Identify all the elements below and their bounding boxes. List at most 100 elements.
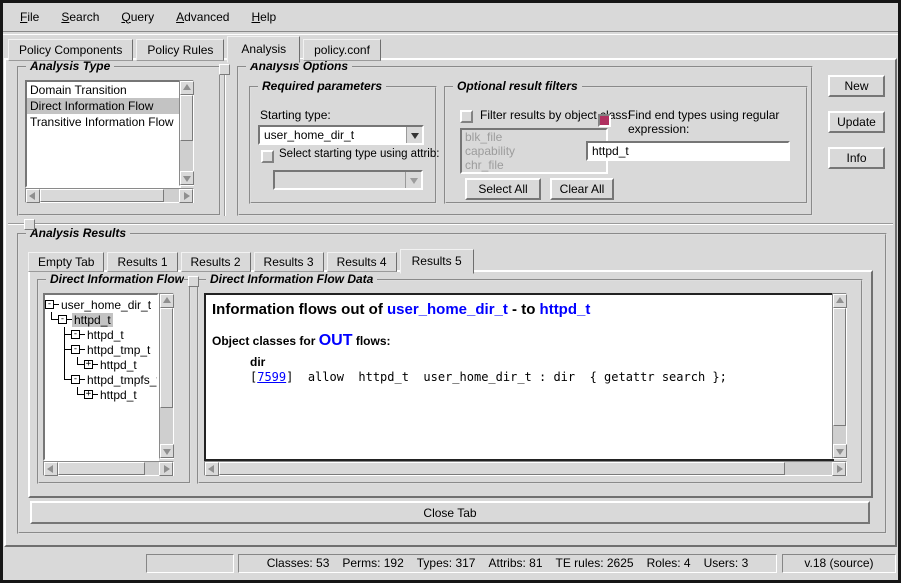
- scrollbar-thumb[interactable]: [58, 462, 145, 475]
- tab-policy-conf[interactable]: policy.conf: [303, 39, 381, 61]
- scroll-left-icon[interactable]: [26, 189, 40, 203]
- tab-analysis[interactable]: Analysis: [227, 36, 300, 63]
- results-tab-results-3[interactable]: Results 3: [254, 252, 324, 272]
- starting-type-label: Starting type:: [260, 108, 331, 122]
- new-button[interactable]: New: [828, 75, 885, 97]
- tab-policy-components[interactable]: Policy Components: [8, 39, 133, 61]
- scrollbar-thumb[interactable]: [160, 308, 173, 408]
- tree-vscrollbar[interactable]: [159, 293, 174, 459]
- scroll-down-icon[interactable]: [833, 444, 847, 458]
- scrollbar-thumb[interactable]: [40, 189, 164, 202]
- vertical-sash-handle[interactable]: [219, 64, 230, 75]
- scrollbar-thumb[interactable]: [180, 95, 193, 141]
- analysis-results-title: Analysis Results: [26, 226, 130, 240]
- tree-node-row: -user_home_dir_t: [45, 297, 157, 312]
- tree-node-label[interactable]: httpd_t: [72, 313, 113, 327]
- object-class-name: dir: [250, 355, 832, 369]
- tree-collapse-icon[interactable]: -: [71, 330, 80, 339]
- optional-filters-title: Optional result filters: [453, 79, 582, 93]
- tree-collapse-icon[interactable]: -: [71, 375, 80, 384]
- analysis-type-option[interactable]: Domain Transition: [27, 82, 179, 98]
- starting-type-value[interactable]: user_home_dir_t: [260, 127, 406, 143]
- scrollbar-track[interactable]: [40, 189, 179, 202]
- results-tab-results-4[interactable]: Results 4: [327, 252, 397, 272]
- stat-item: Users: 3: [704, 556, 749, 570]
- analysis-type-option[interactable]: Transitive Information Flow: [27, 114, 179, 130]
- info-button[interactable]: Info: [828, 147, 885, 169]
- regex-input[interactable]: [586, 141, 790, 161]
- tree-node-label[interactable]: httpd_t: [98, 358, 139, 372]
- scroll-up-icon[interactable]: [180, 81, 194, 95]
- menu-search[interactable]: Search: [50, 6, 110, 28]
- tree-node-label[interactable]: httpd_t: [85, 328, 126, 342]
- results-tab-empty-tab[interactable]: Empty Tab: [28, 252, 104, 272]
- tree-expand-icon[interactable]: +: [84, 360, 93, 369]
- analysis-type-vscrollbar[interactable]: [179, 80, 194, 186]
- flow-subheading: Object classes for OUT flows:: [212, 332, 832, 350]
- vertical-sash[interactable]: [224, 70, 226, 216]
- rule-id-link[interactable]: 7599: [257, 370, 286, 384]
- menu-advanced[interactable]: Advanced: [165, 6, 240, 28]
- menu-query[interactable]: Query: [110, 6, 165, 28]
- menu-help[interactable]: Help: [240, 6, 287, 28]
- scrollbar-track[interactable]: [160, 308, 173, 444]
- scrollbar-track[interactable]: [58, 462, 159, 475]
- scroll-up-icon[interactable]: [160, 294, 174, 308]
- tree-hscrollbar[interactable]: [43, 461, 174, 476]
- analysis-type-hscrollbar[interactable]: [25, 188, 194, 203]
- status-bar: Classes: 53Perms: 192Types: 317Attribs: …: [3, 550, 898, 576]
- horizontal-sash-handle[interactable]: [24, 219, 35, 230]
- tree-node-label[interactable]: httpd_tmpfs_t: [85, 373, 159, 387]
- results-sash-handle[interactable]: [188, 276, 199, 287]
- tree-node-label[interactable]: httpd_tmp_t: [85, 343, 152, 357]
- scroll-left-icon[interactable]: [205, 462, 219, 476]
- scrollbar-thumb[interactable]: [219, 462, 785, 475]
- analysis-type-option[interactable]: Direct Information Flow: [27, 98, 179, 114]
- dropdown-arrow-icon[interactable]: [406, 127, 422, 143]
- update-button[interactable]: Update: [828, 111, 885, 133]
- data-vscrollbar[interactable]: [832, 293, 847, 459]
- tree-collapse-icon[interactable]: -: [45, 300, 54, 309]
- filter-object-class-checkbox[interactable]: [460, 110, 473, 123]
- main-tab-body: Analysis Type Domain TransitionDirect In…: [4, 58, 897, 547]
- scrollbar-thumb[interactable]: [833, 308, 846, 426]
- data-hscrollbar[interactable]: [204, 461, 847, 476]
- scroll-right-icon[interactable]: [179, 189, 193, 203]
- required-parameters-frame: Required parameters Starting type: user_…: [249, 86, 437, 204]
- select-all-button[interactable]: Select All: [465, 178, 541, 200]
- results-tab-results-1[interactable]: Results 1: [107, 252, 177, 272]
- flow-data-title: Direct Information Flow Data: [206, 272, 377, 286]
- close-tab-button[interactable]: Close Tab: [30, 501, 870, 524]
- tree-node-row: -httpd_tmp_t: [45, 342, 157, 357]
- results-tab-results-5[interactable]: Results 5: [400, 249, 474, 274]
- scroll-down-icon[interactable]: [180, 171, 194, 185]
- scroll-down-icon[interactable]: [160, 444, 174, 458]
- starting-type-combobox[interactable]: user_home_dir_t: [258, 125, 424, 145]
- regex-checkbox[interactable]: [598, 114, 611, 127]
- scroll-up-icon[interactable]: [833, 294, 847, 308]
- scrollbar-track[interactable]: [180, 95, 193, 171]
- analysis-type-listbox[interactable]: Domain TransitionDirect Information Flow…: [25, 80, 181, 188]
- tab-policy-rules[interactable]: Policy Rules: [136, 39, 224, 61]
- scrollbar-track[interactable]: [833, 308, 846, 444]
- clear-all-button[interactable]: Clear All: [550, 178, 614, 200]
- tree-collapse-icon[interactable]: -: [71, 345, 80, 354]
- scroll-right-icon[interactable]: [159, 462, 173, 476]
- flow-data-frame: Direct Information Flow Data Information…: [197, 279, 863, 484]
- results-tab-results-2[interactable]: Results 2: [181, 252, 251, 272]
- scrollbar-track[interactable]: [219, 462, 832, 475]
- tree-expand-icon[interactable]: +: [84, 390, 93, 399]
- tree-guide-line: [45, 372, 58, 387]
- tree-node-label[interactable]: user_home_dir_t: [59, 298, 153, 312]
- tree-collapse-icon[interactable]: -: [58, 315, 67, 324]
- flow-tree[interactable]: -user_home_dir_t-httpd_t-httpd_t-httpd_t…: [43, 293, 159, 461]
- regex-checkbox-label[interactable]: Find end types using regular expression:: [628, 108, 800, 136]
- tree-node-label[interactable]: httpd_t: [98, 388, 139, 402]
- horizontal-sash[interactable]: [8, 223, 893, 225]
- tree-node-row: + httpd_t: [45, 387, 157, 402]
- attrib-checkbox-label[interactable]: Select starting type using attrib:: [279, 148, 439, 160]
- menu-file[interactable]: File: [9, 6, 50, 28]
- attrib-checkbox[interactable]: [261, 150, 274, 163]
- scroll-left-icon[interactable]: [44, 462, 58, 476]
- scroll-right-icon[interactable]: [832, 462, 846, 476]
